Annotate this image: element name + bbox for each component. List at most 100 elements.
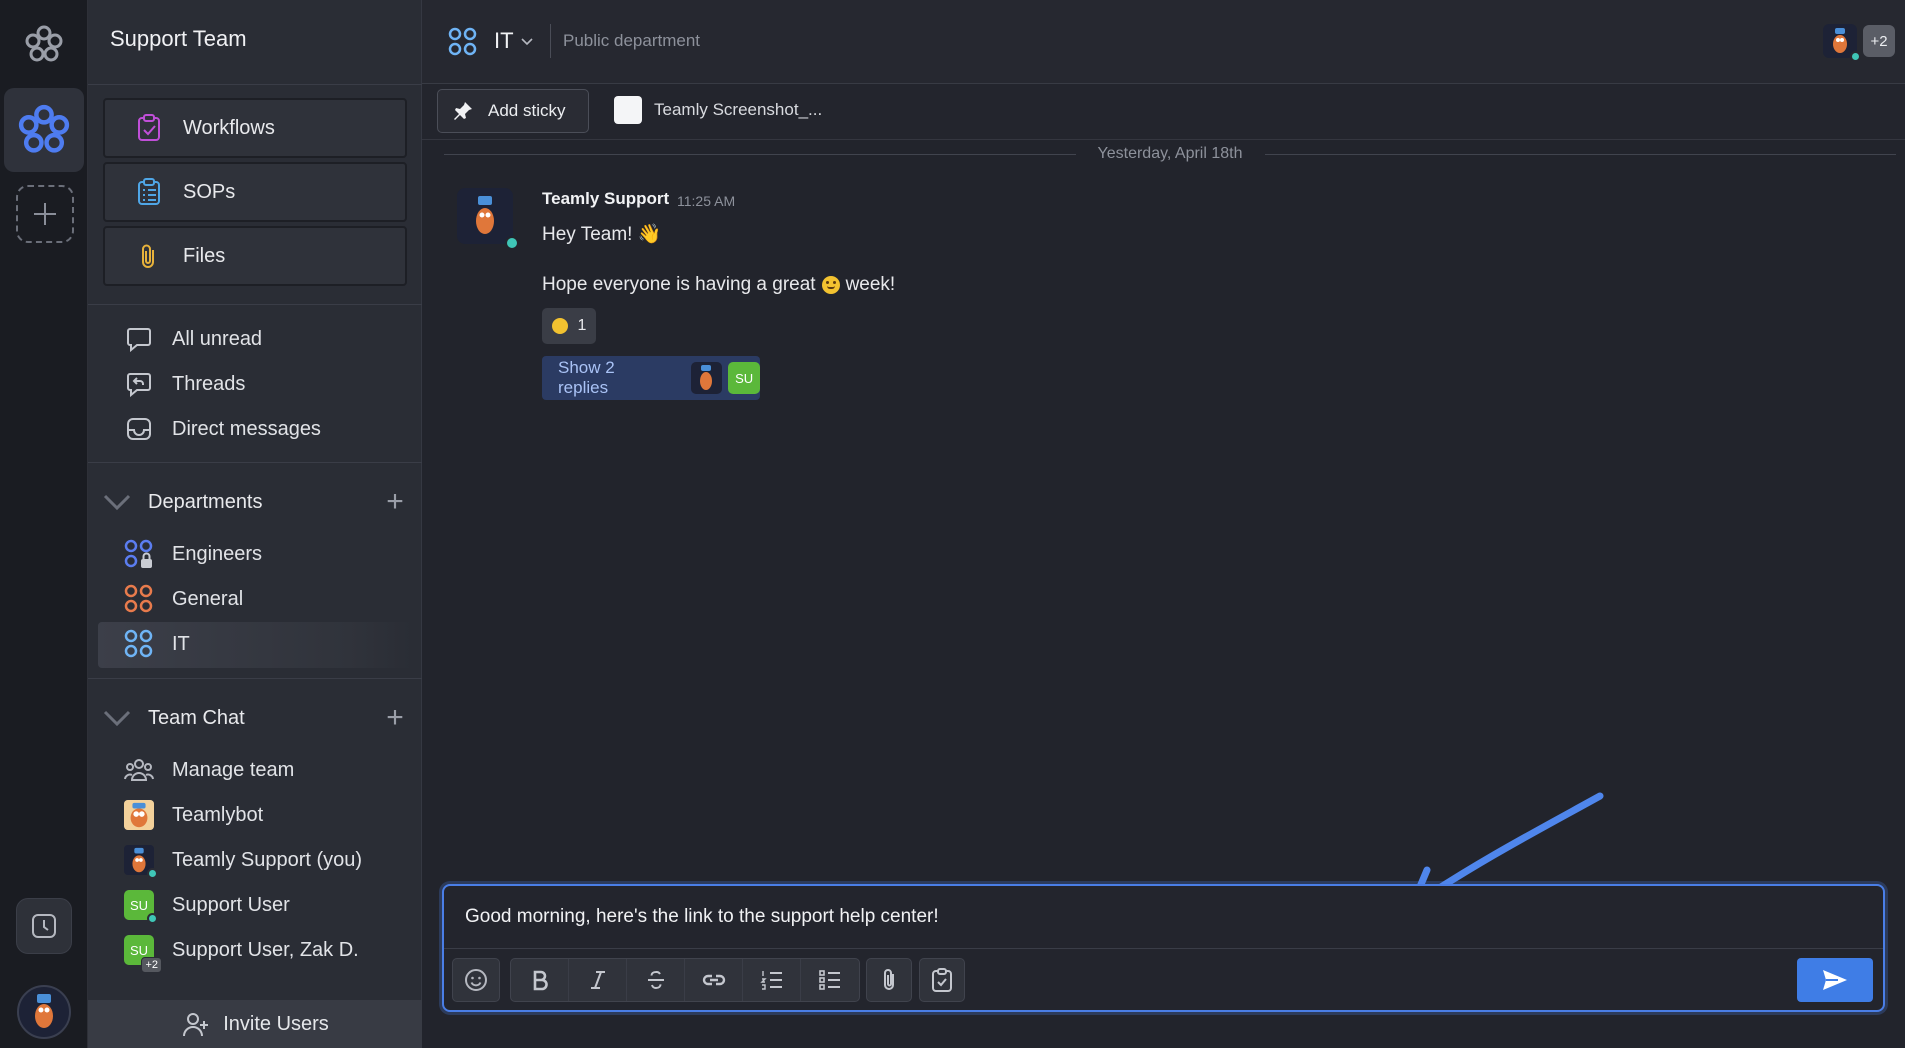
clipboard-list-icon (133, 176, 165, 208)
teamly-logo-icon[interactable] (22, 22, 66, 66)
workspace-title: Support Team (110, 26, 247, 51)
divider (88, 304, 422, 305)
avatar-initials: SU (129, 942, 149, 958)
add-chat-button[interactable]: + (380, 703, 410, 733)
divider (88, 84, 422, 85)
message-text-part: week! (845, 274, 896, 295)
paperclip-icon (884, 969, 894, 990)
files-button[interactable]: Files (103, 226, 407, 286)
add-sticky-button[interactable]: Add sticky (437, 89, 589, 133)
divider (88, 678, 422, 679)
history-button[interactable] (16, 898, 72, 954)
paperclip-icon (133, 240, 165, 272)
file-thumbnail (614, 96, 642, 124)
support-user-avatar: SU (124, 890, 158, 924)
departments-header[interactable]: Departments + (100, 484, 410, 520)
attach-button[interactable] (867, 959, 911, 1001)
team-chat-header[interactable]: Team Chat + (100, 700, 410, 736)
sidebar: Support Team Workflows SOPs Files All un… (88, 0, 422, 1048)
chat-item-teamly-support[interactable]: Teamly Support (you) (124, 842, 362, 879)
invite-users-button[interactable]: Invite Users (88, 1000, 422, 1048)
department-item-general[interactable]: General (124, 581, 243, 617)
chevron-down-icon (103, 710, 131, 727)
department-locked-icon (124, 539, 154, 569)
online-status-dot (1850, 51, 1861, 62)
divider-line (1264, 153, 1897, 155)
chat-item-group[interactable]: SU +2 Support User, Zak D. (124, 932, 359, 973)
member-avatar (1823, 24, 1861, 62)
emoji-button[interactable] (453, 959, 499, 1001)
link-icon (702, 974, 725, 986)
channel-members[interactable]: +2 (1823, 24, 1895, 62)
group-chat-label: Support User, Zak D. (172, 938, 359, 961)
department-icon (448, 27, 477, 56)
show-replies-button[interactable]: Show 2 replies SU (542, 356, 760, 400)
user-avatar[interactable] (17, 985, 71, 1039)
general-label: General (172, 587, 244, 610)
department-icon (124, 629, 154, 659)
all-unread-item[interactable]: All unread (124, 321, 262, 357)
team-icon (124, 755, 154, 785)
threads-item[interactable]: Threads (124, 366, 245, 402)
bold-button[interactable] (511, 959, 569, 1001)
message-time: 11:25 AM (677, 193, 736, 209)
strikethrough-button[interactable] (627, 959, 685, 1001)
show-replies-label: Show 2 replies (558, 358, 615, 397)
divider (444, 948, 1883, 949)
link-button[interactable] (685, 959, 743, 1001)
department-item-engineers[interactable]: Engineers (124, 536, 262, 572)
message-composer[interactable]: Good morning, here's the link to the sup… (442, 884, 1885, 1012)
date-divider: Yesterday, April 18th (444, 144, 1897, 164)
pinned-file[interactable]: Teamly Screenshot_... (614, 96, 822, 124)
attach-group (866, 958, 912, 1002)
emoji-group (452, 958, 500, 1002)
reaction-chip[interactable]: 1 (542, 308, 596, 344)
add-sticky-label: Add sticky (488, 101, 566, 120)
workflows-button[interactable]: Workflows (103, 98, 407, 158)
teamlybot-avatar (124, 800, 154, 830)
task-group (919, 958, 965, 1002)
chat-bubble-icon (124, 324, 154, 354)
reply-avatar-su: SU (728, 362, 760, 394)
workspace-logo-icon (18, 104, 70, 153)
reply-avatar (690, 362, 723, 394)
manage-team-item[interactable]: Manage team (124, 752, 294, 788)
bullet-list-icon (819, 970, 840, 990)
threads-label: Threads (172, 372, 246, 395)
files-label: Files (183, 244, 226, 267)
add-department-button[interactable]: + (380, 487, 410, 517)
online-status-dot (147, 913, 158, 924)
direct-messages-label: Direct messages (172, 417, 321, 440)
workflows-label: Workflows (183, 116, 275, 139)
message-author-avatar[interactable] (457, 188, 519, 250)
channel-name-dropdown[interactable]: IT (494, 28, 534, 54)
channel-type: Public department (563, 31, 701, 50)
group-avatar: SU +2 (124, 935, 162, 973)
sops-button[interactable]: SOPs (103, 162, 407, 222)
strikethrough-icon (647, 970, 664, 989)
support-user-avatar-wrap: SU (124, 890, 158, 924)
clock-icon (32, 914, 56, 938)
file-name: Teamly Screenshot_... (654, 100, 823, 119)
bullet-list-button[interactable] (801, 959, 859, 1001)
inbox-icon (124, 414, 154, 444)
emoji-icon (465, 969, 487, 991)
divider-line (444, 153, 1076, 155)
chat-item-support-user[interactable]: SU Support User (124, 887, 290, 924)
task-button[interactable] (920, 959, 964, 1001)
more-members-badge: +2 (1863, 25, 1895, 57)
department-icon (124, 584, 154, 614)
group-avatar-wrap: SU +2 (124, 935, 162, 973)
numbered-list-button[interactable] (743, 959, 801, 1001)
italic-button[interactable] (569, 959, 627, 1001)
message-author[interactable]: Teamly Support (542, 189, 669, 209)
team-chat-label: Team Chat (148, 706, 245, 729)
workspace-switcher-support-team[interactable] (4, 88, 84, 172)
pin-icon (454, 102, 472, 120)
add-workspace-button[interactable] (16, 185, 74, 243)
chat-item-teamlybot[interactable]: Teamlybot (124, 797, 263, 833)
department-item-it[interactable]: IT (124, 626, 190, 662)
message-input[interactable]: Good morning, here's the link to the sup… (465, 906, 939, 928)
direct-messages-item[interactable]: Direct messages (124, 411, 321, 447)
send-button[interactable] (1797, 958, 1873, 1002)
